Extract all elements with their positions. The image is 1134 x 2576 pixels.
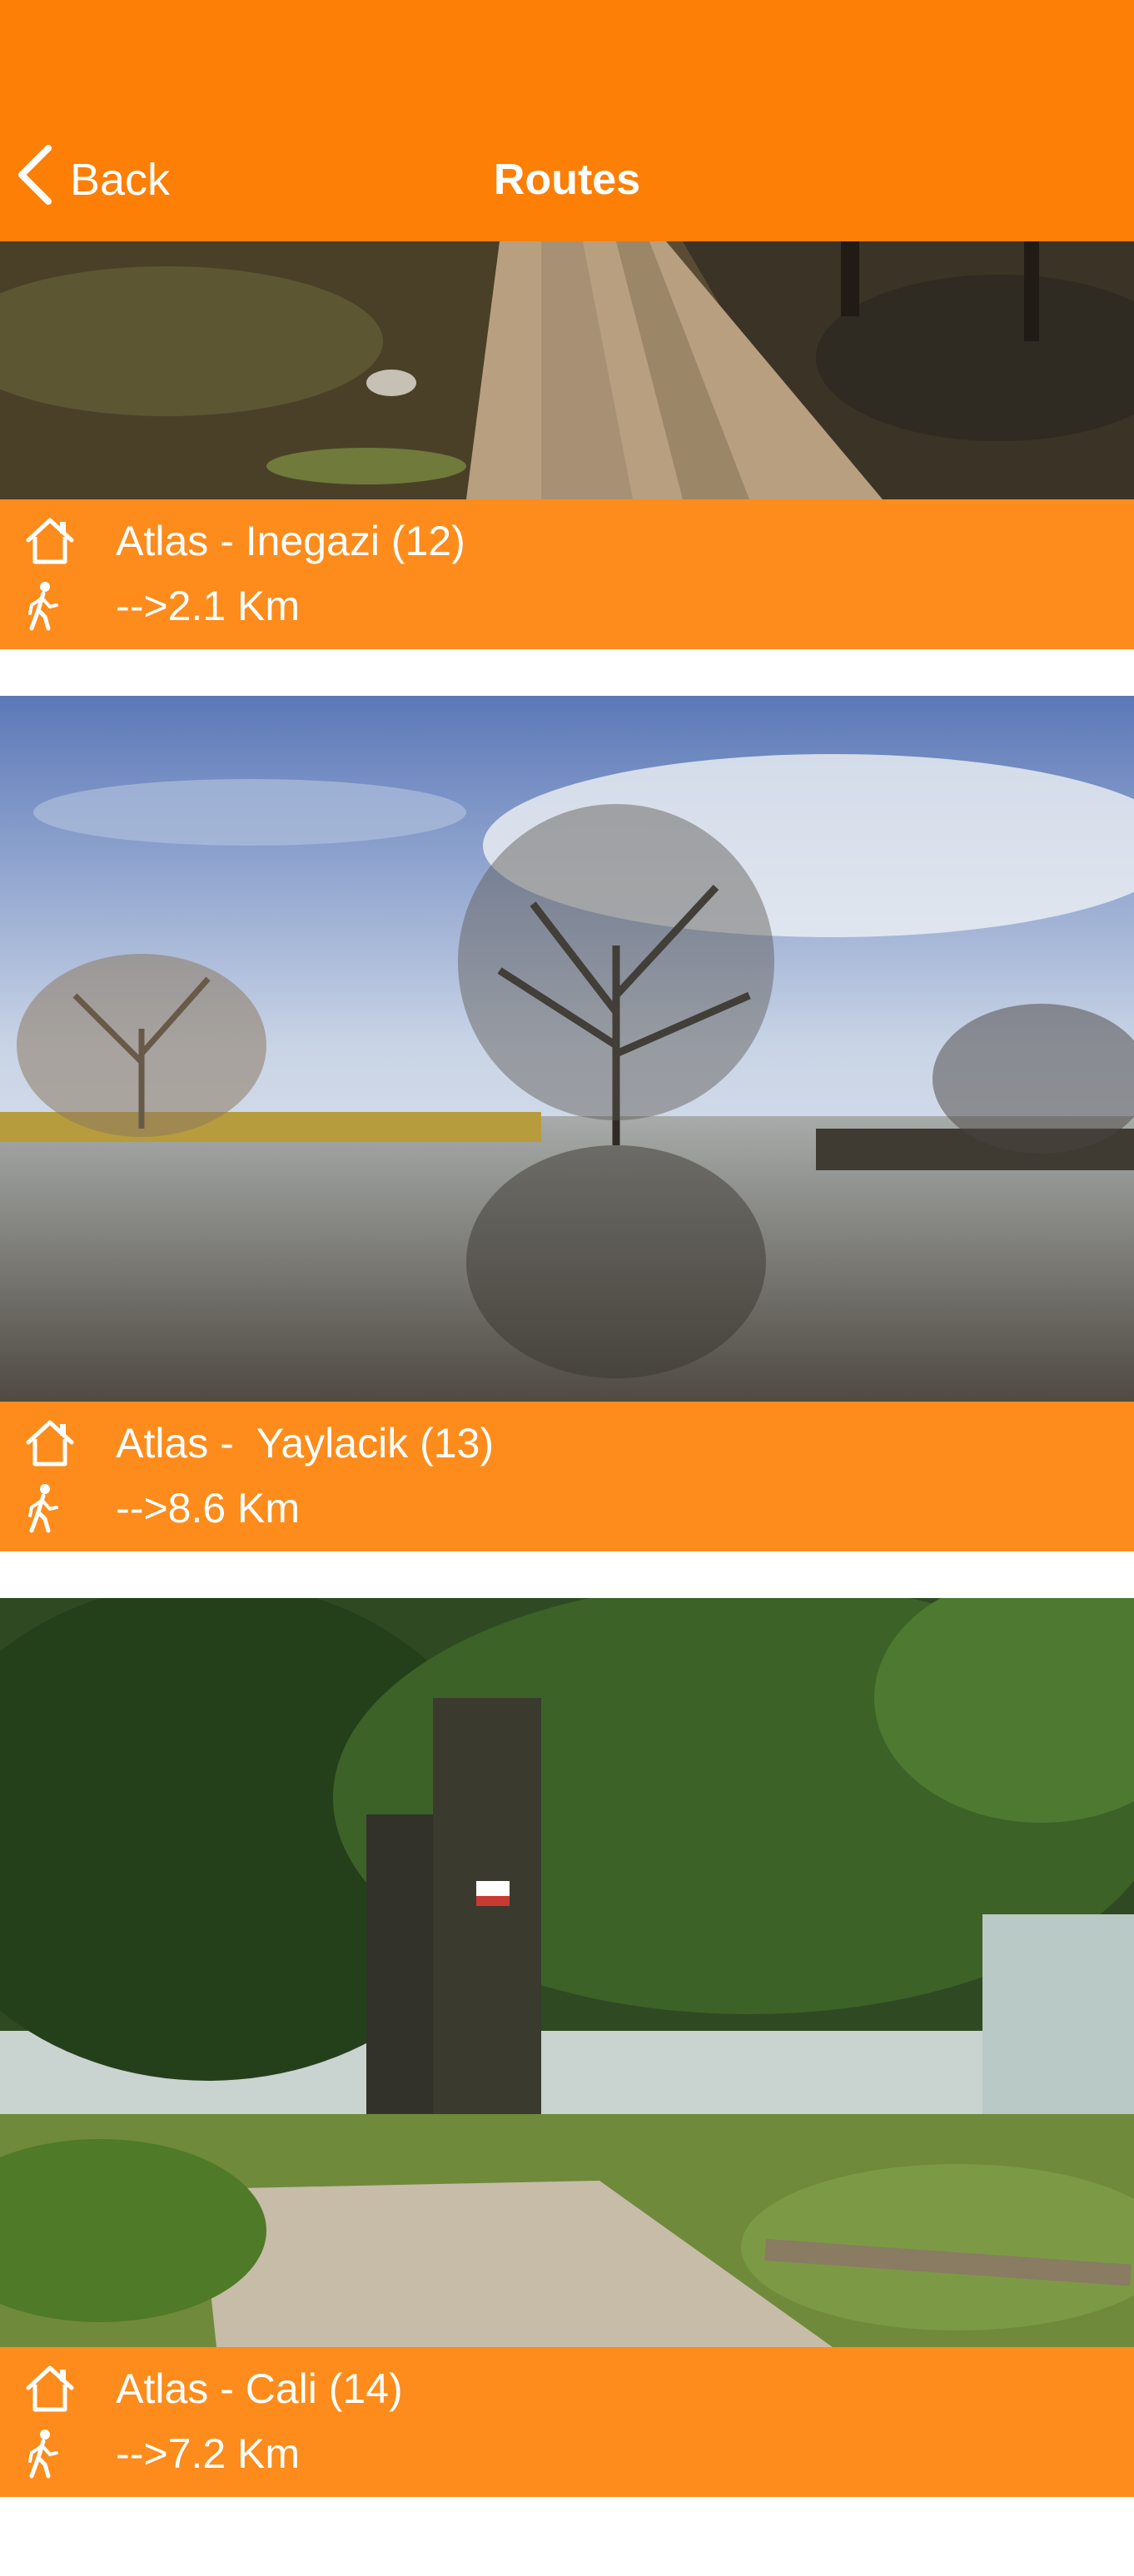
route-card[interactable]: Atlas - Yaylacik (13) --> 8.6 Km xyxy=(0,696,1134,1551)
route-photo xyxy=(0,1598,1134,2347)
walking-person-icon xyxy=(23,484,116,728)
route-photo xyxy=(0,696,1134,1402)
route-distance: 2.1 Km xyxy=(167,583,301,629)
navigation-bar: Back Routes xyxy=(0,0,1134,241)
walking-person-icon xyxy=(23,2331,116,2576)
page-title: Routes xyxy=(493,156,641,204)
route-name: Atlas - Yaylacik (13) xyxy=(116,1420,494,1467)
route-info-bar: Atlas - Cali (14) --> 7.2 Km xyxy=(0,2347,1134,2497)
route-info-bar: Atlas - Yaylacik (13) --> 8.6 Km xyxy=(0,1402,1134,1551)
route-photo xyxy=(0,241,1134,499)
route-distance: 8.6 Km xyxy=(167,1485,301,1531)
route-card[interactable]: Atlas - Inegazi (12) --> 2.1 Km xyxy=(0,241,1134,649)
route-distance: 7.2 Km xyxy=(167,2430,301,2477)
route-name: Atlas - Inegazi (12) xyxy=(116,518,465,564)
route-card[interactable]: Atlas - Cali (14) --> 7.2 Km xyxy=(0,1598,1134,2497)
distance-arrow: --> xyxy=(116,2430,168,2477)
distance-arrow: --> xyxy=(116,1485,168,1531)
distance-arrow: --> xyxy=(116,583,168,629)
walking-person-icon xyxy=(23,1386,116,1630)
route-info-bar: Atlas - Inegazi (12) --> 2.1 Km xyxy=(0,499,1134,649)
route-name: Atlas - Cali (14) xyxy=(116,2365,403,2412)
